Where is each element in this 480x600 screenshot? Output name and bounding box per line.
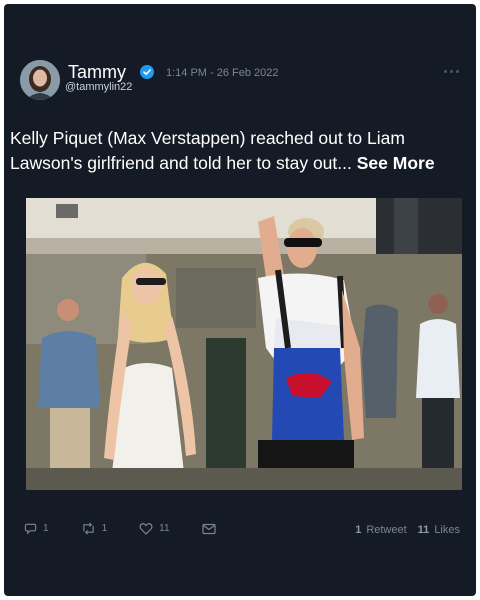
like-icon <box>139 522 153 535</box>
like-count: 11 <box>159 523 170 534</box>
like-stat-label[interactable]: Likes <box>434 524 460 536</box>
author-name[interactable]: Tammy <box>68 62 126 83</box>
reply-button[interactable]: 1 <box>24 522 49 535</box>
avatar[interactable] <box>20 60 60 100</box>
verified-badge-icon <box>140 65 154 79</box>
retweet-stat-label[interactable]: Retweet <box>366 524 406 536</box>
engagement-stats: 1 Retweet 11 Likes <box>355 524 460 536</box>
share-icon <box>201 523 216 534</box>
retweet-stat-count: 1 <box>355 524 362 536</box>
retweet-icon <box>82 522 94 535</box>
like-stat-count: 11 <box>417 524 430 536</box>
tweet-card: Tammy 1:14 PM - 26 Feb 2022 @tammylin22 … <box>4 4 476 596</box>
see-more-link[interactable]: See More <box>357 153 435 173</box>
action-bar: 1 1 11 <box>24 522 216 535</box>
tweet-text: Kelly Piquet (Max Verstappen) reached ou… <box>10 128 405 173</box>
retweet-count: 1 <box>101 523 108 534</box>
share-button[interactable] <box>201 523 216 535</box>
author-handle[interactable]: @tammylin22 <box>65 81 132 93</box>
tweet-photo[interactable] <box>26 198 462 490</box>
tweet-text-container: Kelly Piquet (Max Verstappen) reached ou… <box>10 126 470 176</box>
reply-icon <box>24 523 37 535</box>
tweet-timestamp[interactable]: 1:14 PM - 26 Feb 2022 <box>166 67 279 79</box>
more-options-icon[interactable] <box>444 70 459 73</box>
reply-count: 1 <box>43 523 49 534</box>
like-button[interactable]: 11 <box>139 522 170 535</box>
retweet-button[interactable]: 1 <box>81 522 108 535</box>
